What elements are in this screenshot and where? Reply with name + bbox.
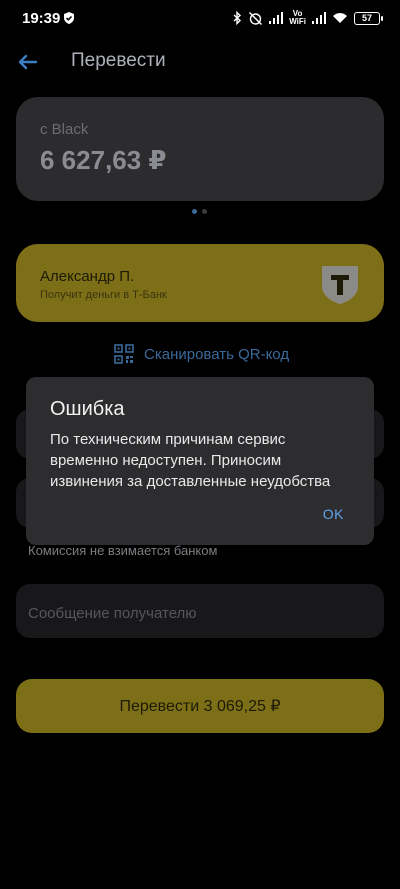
signal-icon (269, 12, 284, 24)
recipient-name: Александр П. (40, 268, 135, 285)
pager-dot-active (192, 209, 197, 214)
status-icons: Vo WiFi 57 (233, 9, 383, 26)
tbank-logo (322, 266, 358, 304)
recipient-bank: Получит деньги в Т-Банк (40, 289, 167, 301)
transfer-button[interactable]: Перевести 3 069,25 ₽ (16, 679, 384, 733)
bluetooth-icon (233, 11, 242, 25)
status-time: 19:39 (22, 10, 61, 27)
arrow-left-icon[interactable] (14, 48, 42, 76)
wifi-icon (333, 13, 347, 23)
recipient-card[interactable]: Александр П. Получит деньги в Т-Банк (16, 244, 384, 322)
battery-icon: 57 (354, 11, 383, 25)
dialog-title: Ошибка (50, 398, 125, 420)
account-label: с Black (40, 121, 89, 138)
signal-icon-2 (312, 12, 326, 24)
transfer-button-label: Перевести 3 069,25 ₽ (119, 698, 281, 715)
scan-qr-label: Сканировать QR-код (144, 345, 290, 363)
account-card[interactable]: с Black 6 627,63 ₽ (16, 97, 384, 201)
status-bar: 19:39 Vo WiFi 57 (0, 0, 400, 36)
qr-code-icon (114, 344, 134, 364)
pager-dot (202, 209, 207, 214)
account-balance: 6 627,63 ₽ (40, 145, 167, 175)
commission-note: Комиссия не взимается банком (28, 543, 218, 558)
shield-check-icon (64, 12, 74, 24)
dialog-message: По техническим причинам сервис временно … (50, 431, 331, 490)
error-dialog: Ошибка По техническим причинам сервис вр… (26, 377, 374, 545)
message-placeholder: Сообщение получателю (28, 605, 197, 622)
page-title: Перевести (71, 50, 166, 71)
dialog-ok-button[interactable]: OK (323, 506, 344, 522)
vowifi-icon: Vo WiFi (289, 9, 306, 26)
message-input[interactable]: Сообщение получателю (16, 584, 384, 638)
alarm-off-icon (249, 11, 263, 25)
scan-qr-button[interactable]: Сканировать QR-код (114, 344, 289, 364)
header: Перевести (0, 40, 400, 84)
pager-dots (192, 209, 207, 214)
